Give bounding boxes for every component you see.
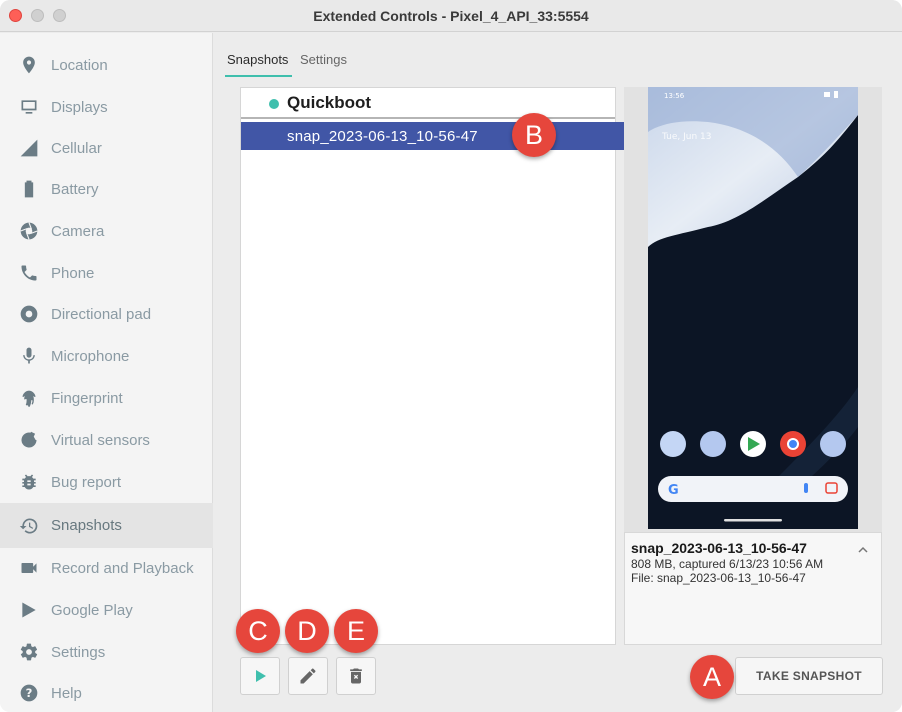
edit-snapshot-button[interactable]	[288, 657, 328, 695]
extended-controls-window: Extended Controls - Pixel_4_API_33:5554 …	[0, 0, 902, 712]
sidebar-item-google-play[interactable]: Google Play	[0, 589, 213, 631]
sidebar-item-directional-pad[interactable]: Directional pad	[0, 293, 213, 335]
phone-icon	[19, 263, 39, 283]
take-snapshot-button[interactable]: TAKE SNAPSHOT	[735, 657, 883, 695]
snapshot-preview-panel: 13:56 Tue, Jun 13 G snap_2023-06-13_10-5…	[624, 87, 882, 645]
sidebar-item-location[interactable]: Location	[0, 44, 213, 86]
phone-date: Tue, Jun 13	[661, 132, 711, 142]
sidebar-item-cellular[interactable]: Cellular	[0, 127, 213, 169]
snapshot-name: snap_2023-06-13_10-56-47	[631, 540, 807, 556]
trash-icon	[350, 668, 362, 684]
microphone-icon	[19, 346, 39, 366]
sidebar: Location Displays Cellular Battery Camer…	[0, 33, 213, 712]
sidebar-item-label: Virtual sensors	[51, 431, 150, 449]
phone-time: 13:56	[664, 92, 685, 100]
window-title: Extended Controls - Pixel_4_API_33:5554	[313, 8, 589, 24]
phone-screenshot: 13:56 Tue, Jun 13 G	[648, 87, 858, 529]
display-icon	[19, 97, 39, 117]
sidebar-item-battery[interactable]: Battery	[0, 168, 213, 210]
snapshot-list: Quickboot snap_2023-06-13_10-56-47	[240, 87, 625, 645]
play-store-icon	[19, 600, 39, 620]
svg-text:?: ?	[26, 686, 33, 700]
quickboot-label: Quickboot	[287, 93, 372, 112]
sidebar-item-label: Camera	[51, 222, 105, 240]
pencil-icon	[300, 668, 316, 684]
sidebar-item-microphone[interactable]: Microphone	[0, 335, 213, 377]
dpad-icon	[19, 304, 39, 324]
tab-snapshots[interactable]: Snapshots	[227, 52, 288, 67]
sidebar-item-label: Location	[51, 56, 108, 74]
sidebar-item-settings[interactable]: Settings	[0, 631, 213, 673]
callout-d: D	[285, 609, 329, 653]
sidebar-item-label: Microphone	[51, 347, 130, 365]
play-icon	[256, 670, 266, 682]
sidebar-item-displays[interactable]: Displays	[0, 86, 213, 128]
snapshot-file: File: snap_2023-06-13_10-56-47	[631, 571, 806, 585]
main-panel: Snapshots Settings Quickboot snap_2023-0…	[214, 33, 902, 712]
sidebar-item-label: Phone	[51, 264, 95, 282]
signal-icon	[19, 138, 39, 158]
sidebar-item-label: Google Play	[51, 601, 133, 619]
sidebar-item-label: Directional pad	[51, 305, 152, 323]
fingerprint-icon	[19, 388, 39, 408]
rotate-sensor-icon	[19, 430, 39, 450]
camera-shutter-icon	[19, 221, 39, 241]
load-snapshot-button[interactable]	[240, 657, 280, 695]
sidebar-item-label: Bug report	[51, 473, 122, 491]
sidebar-item-label: Record and Playback	[51, 559, 194, 577]
status-dot-icon	[269, 99, 279, 109]
phone-search-bar	[658, 476, 848, 502]
snapshot-row-selected[interactable]: snap_2023-06-13_10-56-47	[241, 122, 625, 150]
title-bar: Extended Controls - Pixel_4_API_33:5554	[0, 0, 902, 32]
callout-e: E	[334, 609, 378, 653]
sidebar-item-record-and-playback[interactable]: Record and Playback	[0, 547, 213, 589]
sidebar-item-bug-report[interactable]: Bug report	[0, 461, 213, 503]
tab-settings[interactable]: Settings	[300, 52, 347, 67]
active-tab-indicator	[225, 75, 292, 77]
callout-a: A	[690, 655, 734, 699]
sidebar-item-virtual-sensors[interactable]: Virtual sensors	[0, 419, 213, 461]
battery-icon	[19, 179, 39, 199]
sidebar-item-label: Help	[51, 684, 82, 702]
sidebar-item-phone[interactable]: Phone	[0, 252, 213, 294]
callout-b: B	[512, 113, 556, 157]
svg-text:G: G	[668, 483, 679, 498]
phone-wallpaper: 13:56 Tue, Jun 13 G	[648, 87, 858, 529]
sidebar-item-label: Displays	[51, 98, 108, 116]
sidebar-item-camera[interactable]: Camera	[0, 210, 213, 252]
sidebar-item-label: Snapshots	[51, 517, 122, 534]
sidebar-item-snapshots[interactable]: Snapshots	[0, 503, 213, 548]
sidebar-item-label: Cellular	[51, 139, 102, 157]
history-icon	[19, 516, 39, 536]
help-icon: ?	[19, 683, 39, 703]
sidebar-item-label: Fingerprint	[51, 389, 123, 407]
chevron-up-icon[interactable]	[857, 544, 869, 556]
snapshot-info: snap_2023-06-13_10-56-47 808 MB, capture…	[624, 532, 882, 645]
callout-c: C	[236, 609, 280, 653]
snapshot-row-label: snap_2023-06-13_10-56-47	[287, 128, 478, 145]
gear-icon	[19, 642, 39, 662]
sidebar-item-label: Battery	[51, 180, 99, 198]
bug-icon	[19, 472, 39, 492]
snapshot-details: 808 MB, captured 6/13/23 10:56 AM	[631, 557, 824, 571]
sidebar-item-fingerprint[interactable]: Fingerprint	[0, 377, 213, 419]
delete-snapshot-button[interactable]	[336, 657, 376, 695]
sidebar-item-label: Settings	[51, 643, 106, 661]
location-pin-icon	[19, 55, 39, 75]
quickboot-header[interactable]: Quickboot	[241, 88, 615, 119]
videocam-icon	[19, 558, 39, 578]
sidebar-item-help[interactable]: ? Help	[0, 672, 213, 712]
